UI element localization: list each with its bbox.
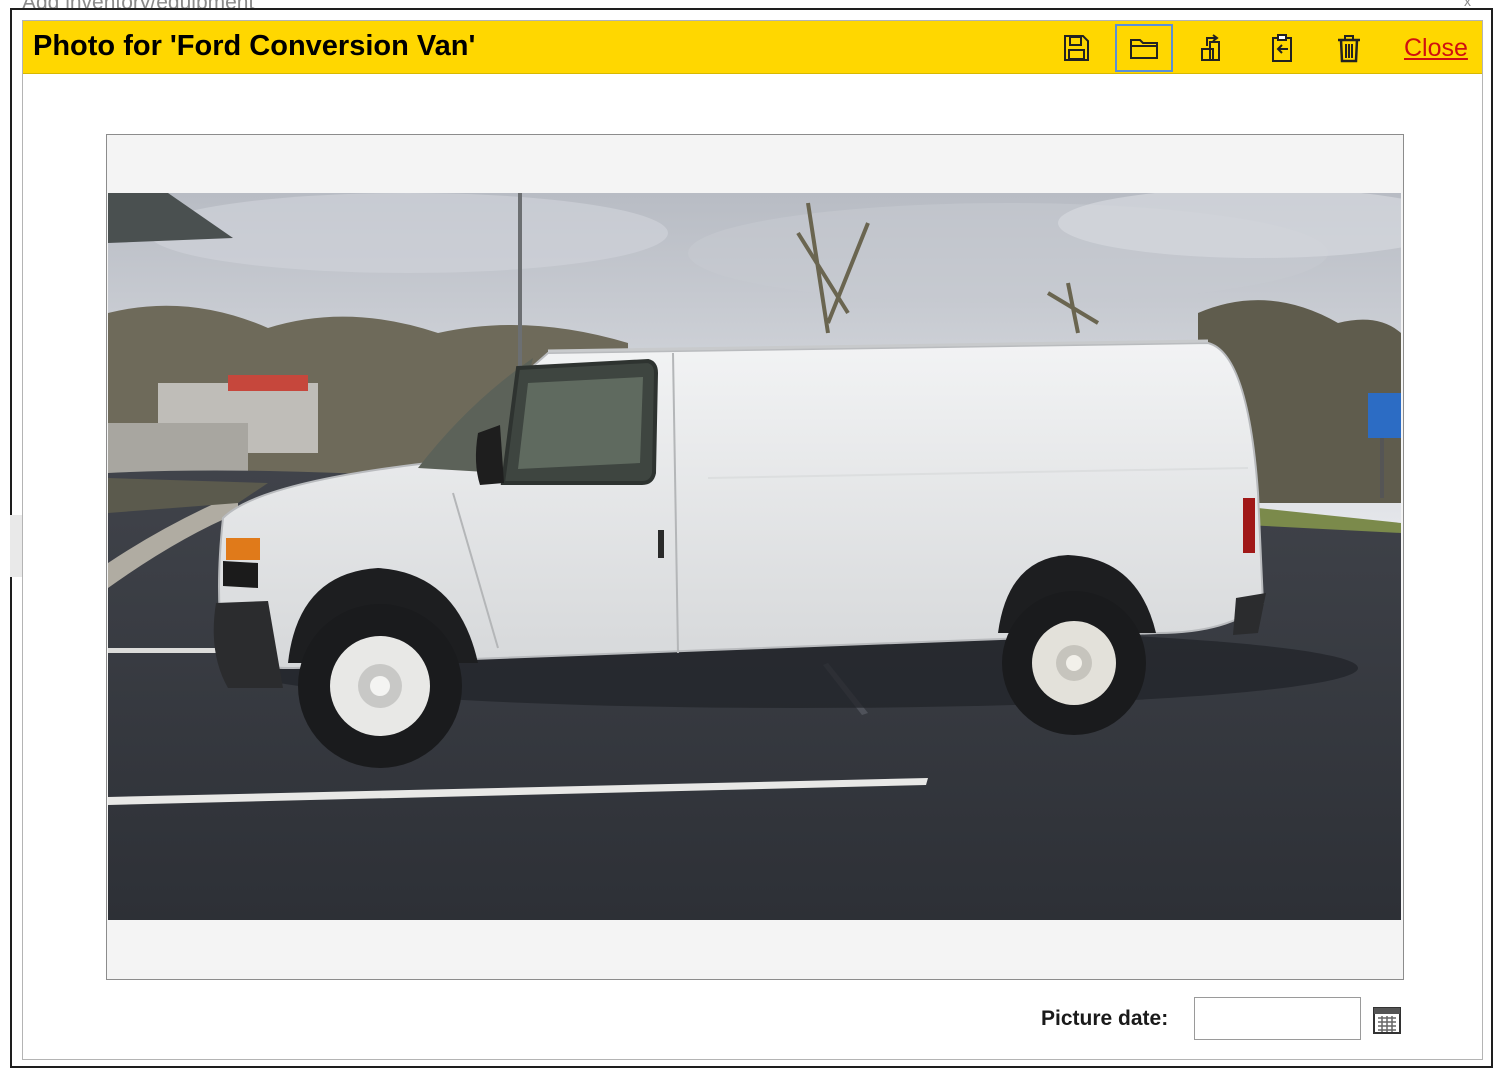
trash-icon — [1338, 35, 1360, 63]
dialog-title: Photo for 'Ford Conversion Van' — [33, 30, 476, 62]
calendar-icon — [1373, 1007, 1401, 1034]
picture-date-label: Picture date: — [1041, 1007, 1169, 1030]
van-photo-image — [108, 193, 1401, 920]
rotate-button[interactable] — [1184, 24, 1242, 72]
save-button[interactable] — [1047, 24, 1105, 72]
close-link[interactable]: Close — [1404, 34, 1468, 63]
background-edge — [10, 515, 22, 577]
clipboard-paste-icon — [1272, 34, 1292, 62]
rotate-icon — [1201, 34, 1220, 61]
save-icon — [1064, 35, 1089, 61]
delete-button[interactable] — [1320, 24, 1378, 72]
photo-dialog: Photo for 'Ford Conversion Van' Close Pi… — [22, 20, 1483, 1060]
photo-frame — [106, 134, 1404, 980]
dialog-titlebar: Photo for 'Ford Conversion Van' Close — [23, 21, 1482, 74]
picture-date-input[interactable] — [1194, 997, 1361, 1040]
open-folder-button[interactable] — [1115, 24, 1173, 72]
folder-open-icon — [1130, 39, 1158, 59]
paste-button[interactable] — [1253, 24, 1311, 72]
van-photo — [108, 193, 1401, 920]
calendar-button[interactable] — [1371, 1004, 1403, 1036]
